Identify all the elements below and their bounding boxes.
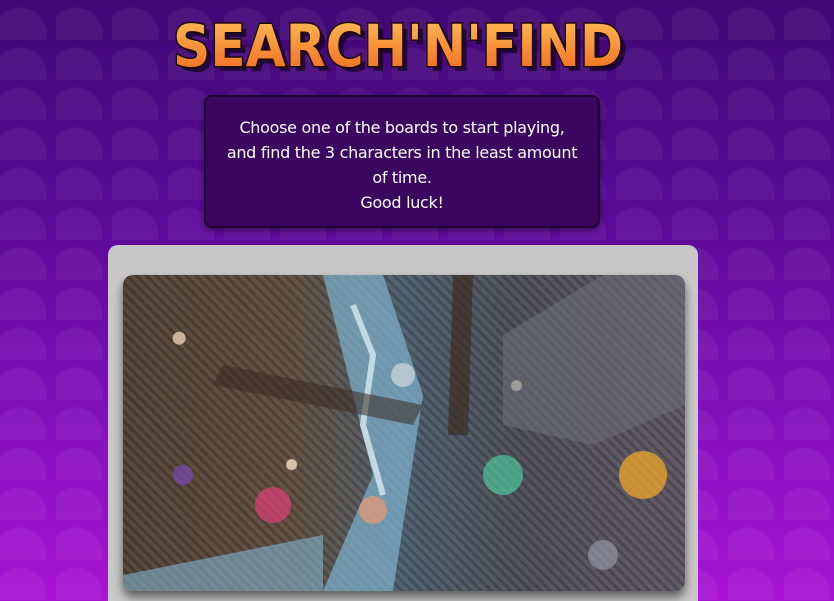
board-card[interactable] (108, 245, 698, 601)
board-thumbnail-art (123, 275, 685, 591)
crowded-pirate-battle-illustration-icon[interactable] (123, 275, 685, 591)
instructions-text: Choose one of the boards to start playin… (226, 118, 578, 187)
logo-wordmark: SEARCH'N'FIND SEARCH'N'FIND (172, 11, 629, 83)
good-luck-text: Good luck! (360, 193, 444, 212)
instructions-panel: Choose one of the boards to start playin… (204, 95, 600, 228)
logo-text: SEARCH'N'FIND (173, 12, 623, 80)
app-logo[interactable]: SEARCH'N'FIND SEARCH'N'FIND (163, 4, 633, 83)
